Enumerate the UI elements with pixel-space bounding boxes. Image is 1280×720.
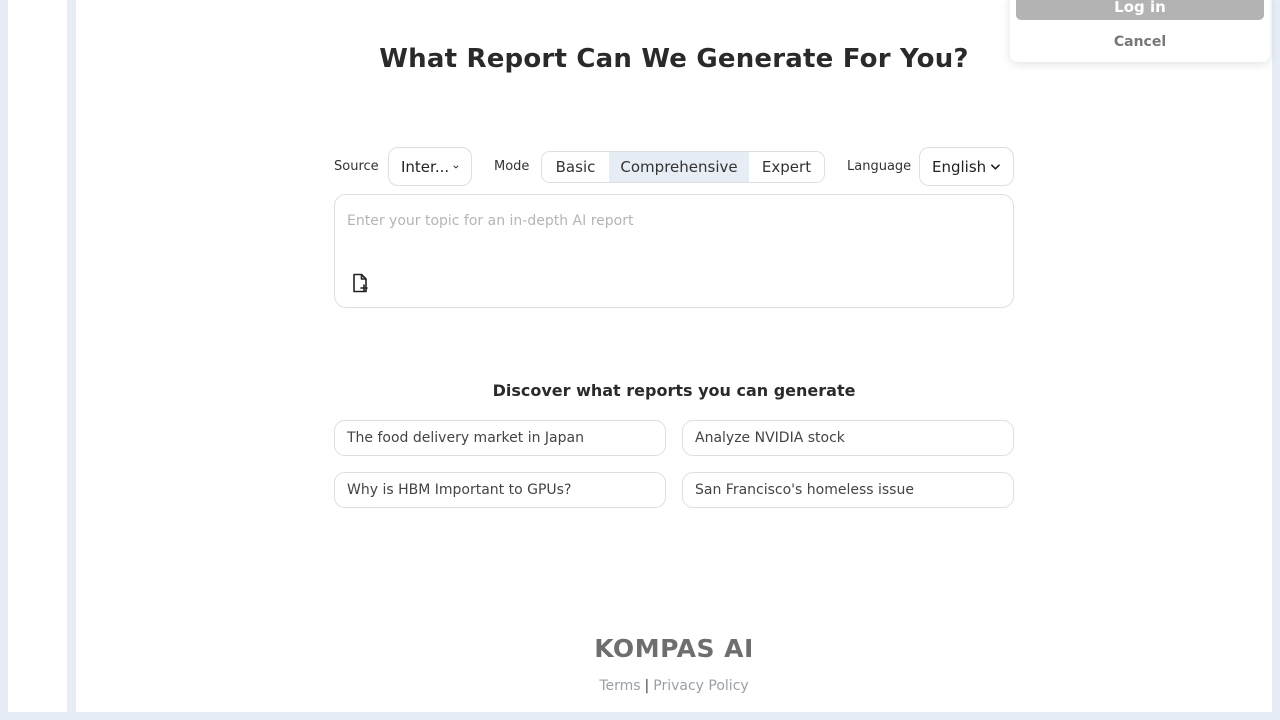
discover-title: Discover what reports you can generate bbox=[492, 381, 856, 400]
main-panel: What Report Can We Generate For You? Sou… bbox=[76, 0, 1272, 712]
topic-input[interactable] bbox=[347, 209, 997, 233]
footer-separator: | bbox=[644, 678, 650, 694]
suggestion-chip[interactable]: The food delivery market in Japan bbox=[334, 420, 666, 456]
source-label: Source bbox=[334, 159, 379, 174]
chevron-down-icon bbox=[991, 163, 1001, 170]
mode-label: Mode bbox=[494, 159, 530, 174]
mode-basic-button[interactable]: Basic bbox=[542, 152, 609, 182]
suggestion-chip[interactable]: Why is HBM Important to GPUs? bbox=[334, 472, 666, 508]
terms-link[interactable]: Terms bbox=[599, 678, 640, 694]
kompas-ai-logo: KOMPAS AI bbox=[76, 634, 1272, 663]
file-plus-icon[interactable] bbox=[351, 273, 369, 293]
language-select-value: English bbox=[932, 157, 987, 176]
login-button[interactable]: Log in bbox=[1016, 0, 1264, 20]
privacy-policy-link[interactable]: Privacy Policy bbox=[653, 678, 748, 694]
mode-expert-button[interactable]: Expert bbox=[749, 152, 824, 182]
mode-comprehensive-button[interactable]: Comprehensive bbox=[609, 152, 749, 182]
language-select[interactable]: English bbox=[919, 147, 1014, 186]
suggestion-chip[interactable]: San Francisco's homeless issue bbox=[682, 472, 1014, 508]
cancel-button[interactable]: Cancel bbox=[1010, 31, 1270, 53]
language-label: Language bbox=[847, 159, 912, 174]
source-select[interactable]: Inter... bbox=[388, 147, 472, 186]
chevron-down-icon bbox=[453, 165, 459, 168]
logo-text: KOMPAS AI bbox=[594, 634, 754, 663]
topic-input-box bbox=[334, 194, 1014, 308]
source-select-value: Inter... bbox=[401, 157, 450, 176]
report-controls: Source Inter... Mode Basic Comprehensive… bbox=[334, 147, 1014, 187]
mode-segmented-control: Basic Comprehensive Expert bbox=[541, 151, 825, 183]
suggestion-chip[interactable]: Analyze NVIDIA stock bbox=[682, 420, 1014, 456]
footer-links: Terms | Privacy Policy bbox=[76, 678, 1272, 694]
left-sidebar bbox=[8, 0, 67, 712]
login-popup: Log in Cancel bbox=[1010, 0, 1270, 62]
